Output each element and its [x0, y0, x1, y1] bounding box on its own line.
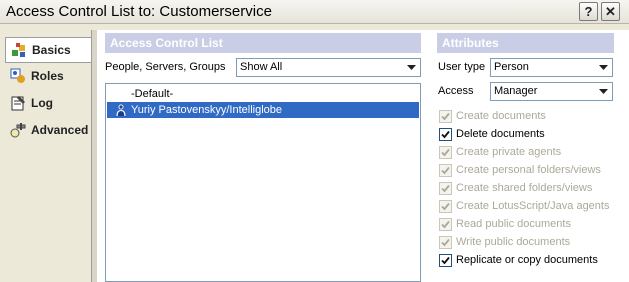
- access-select[interactable]: Manager: [490, 82, 613, 101]
- checkbox: [439, 217, 452, 231]
- acl-section-header: Access Control List: [105, 33, 421, 53]
- permission-label: Create personal folders/views: [456, 164, 601, 176]
- check-icon: [441, 130, 450, 138]
- filter-label: People, Servers, Groups: [105, 61, 226, 73]
- basics-icon: [10, 42, 27, 58]
- list-item[interactable]: Yuriy Pastovenskyy/Intelliglobe: [107, 102, 419, 118]
- nav-item-log[interactable]: Log: [5, 90, 91, 116]
- filter-select[interactable]: Show All: [236, 58, 421, 77]
- permission-label: Read public documents: [456, 218, 571, 230]
- permission-checkbox-row: Write public documents: [439, 234, 570, 250]
- chevron-down-icon: [597, 61, 610, 74]
- nav-item-basics[interactable]: Basics: [5, 37, 91, 63]
- list-item-label: -Default-: [131, 88, 174, 100]
- permission-checkbox-row: Create LotusScript/Java agents: [439, 198, 609, 214]
- chevron-down-icon: [597, 85, 610, 98]
- access-value: Manager: [494, 85, 538, 97]
- permission-checkbox-row: Create private agents: [439, 144, 561, 160]
- checkbox: [439, 181, 452, 195]
- permission-label: Write public documents: [456, 236, 571, 248]
- acl-entries-list[interactable]: -Default- Yuriy Pastovenskyy/Intelliglob…: [105, 83, 421, 282]
- permission-checkbox-row[interactable]: Replicate or copy documents: [439, 252, 598, 268]
- nav-item-label: Advanced: [31, 123, 89, 137]
- user-type-value: Person: [494, 61, 529, 73]
- nav-item-label: Basics: [32, 43, 71, 57]
- check-icon: [441, 220, 450, 228]
- user-type-label: User type: [438, 61, 486, 73]
- help-button[interactable]: ?: [579, 2, 598, 21]
- permission-label: Delete documents: [456, 128, 545, 140]
- user-type-select[interactable]: Person: [490, 58, 613, 77]
- list-item[interactable]: -Default-: [107, 86, 419, 102]
- roles-icon: [9, 68, 26, 84]
- title-bar: Access Control List to: Customerservice …: [0, 0, 629, 24]
- checkbox: [439, 163, 452, 177]
- advanced-icon: [9, 122, 26, 138]
- check-icon: [441, 148, 450, 156]
- nav-item-roles[interactable]: Roles: [5, 63, 91, 89]
- nav-item-advanced[interactable]: Advanced: [5, 117, 91, 143]
- attributes-section-header: Attributes: [437, 33, 614, 53]
- close-button[interactable]: ✕: [601, 2, 620, 21]
- check-icon: [441, 184, 450, 192]
- permission-checkbox-row: Create personal folders/views: [439, 162, 601, 178]
- permission-label: Create LotusScript/Java agents: [456, 200, 610, 212]
- chevron-down-icon: [405, 61, 418, 74]
- checkbox: [439, 145, 452, 159]
- main-panel: Access Control List Attributes People, S…: [97, 30, 629, 282]
- permission-checkbox-row: Create documents: [439, 108, 546, 124]
- log-icon: [9, 95, 26, 111]
- checkbox[interactable]: [439, 253, 452, 267]
- check-icon: [441, 238, 450, 246]
- checkbox: [439, 199, 452, 213]
- permission-label: Create documents: [456, 110, 546, 122]
- nav-item-label: Roles: [31, 69, 64, 83]
- permission-checkbox-row[interactable]: Delete documents: [439, 126, 545, 142]
- side-nav: Basics Roles Log Advanced: [5, 36, 91, 282]
- permission-checkbox-row: Read public documents: [439, 216, 571, 232]
- list-item-label: Yuriy Pastovenskyy/Intelliglobe: [131, 104, 283, 116]
- window-title: Access Control List to: Customerservice: [6, 3, 272, 20]
- checkbox: [439, 109, 452, 123]
- check-icon: [441, 202, 450, 210]
- permission-checkbox-row: Create shared folders/views: [439, 180, 592, 196]
- check-icon: [441, 166, 450, 174]
- permission-label: Create private agents: [456, 146, 562, 158]
- checkbox[interactable]: [439, 127, 452, 141]
- check-icon: [441, 112, 450, 120]
- nav-item-label: Log: [31, 96, 53, 110]
- permission-label: Create shared folders/views: [456, 182, 593, 194]
- filter-select-value: Show All: [240, 61, 283, 73]
- access-label: Access: [438, 85, 474, 97]
- permission-label: Replicate or copy documents: [456, 254, 598, 266]
- check-icon: [441, 256, 450, 264]
- checkbox: [439, 235, 452, 249]
- person-icon: [115, 104, 127, 116]
